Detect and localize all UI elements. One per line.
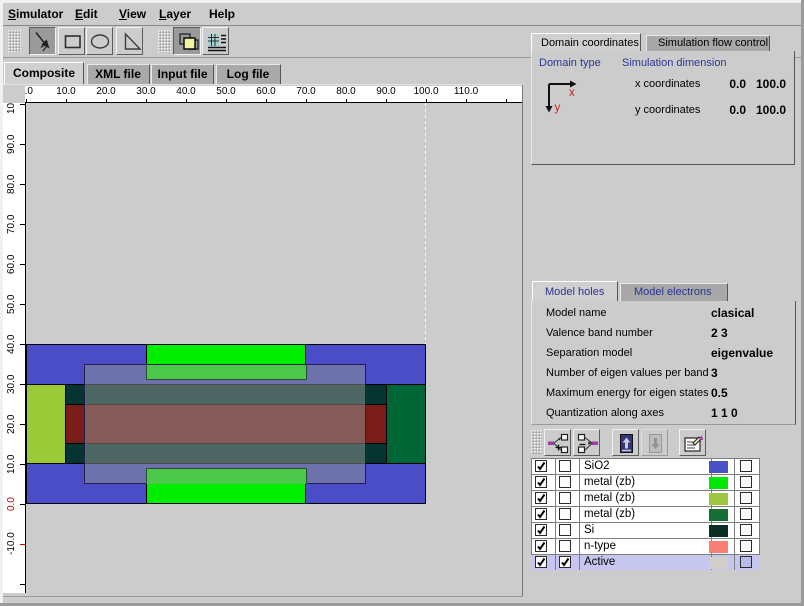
svg-text:y: y <box>555 102 561 114</box>
svg-text:x: x <box>569 87 575 99</box>
